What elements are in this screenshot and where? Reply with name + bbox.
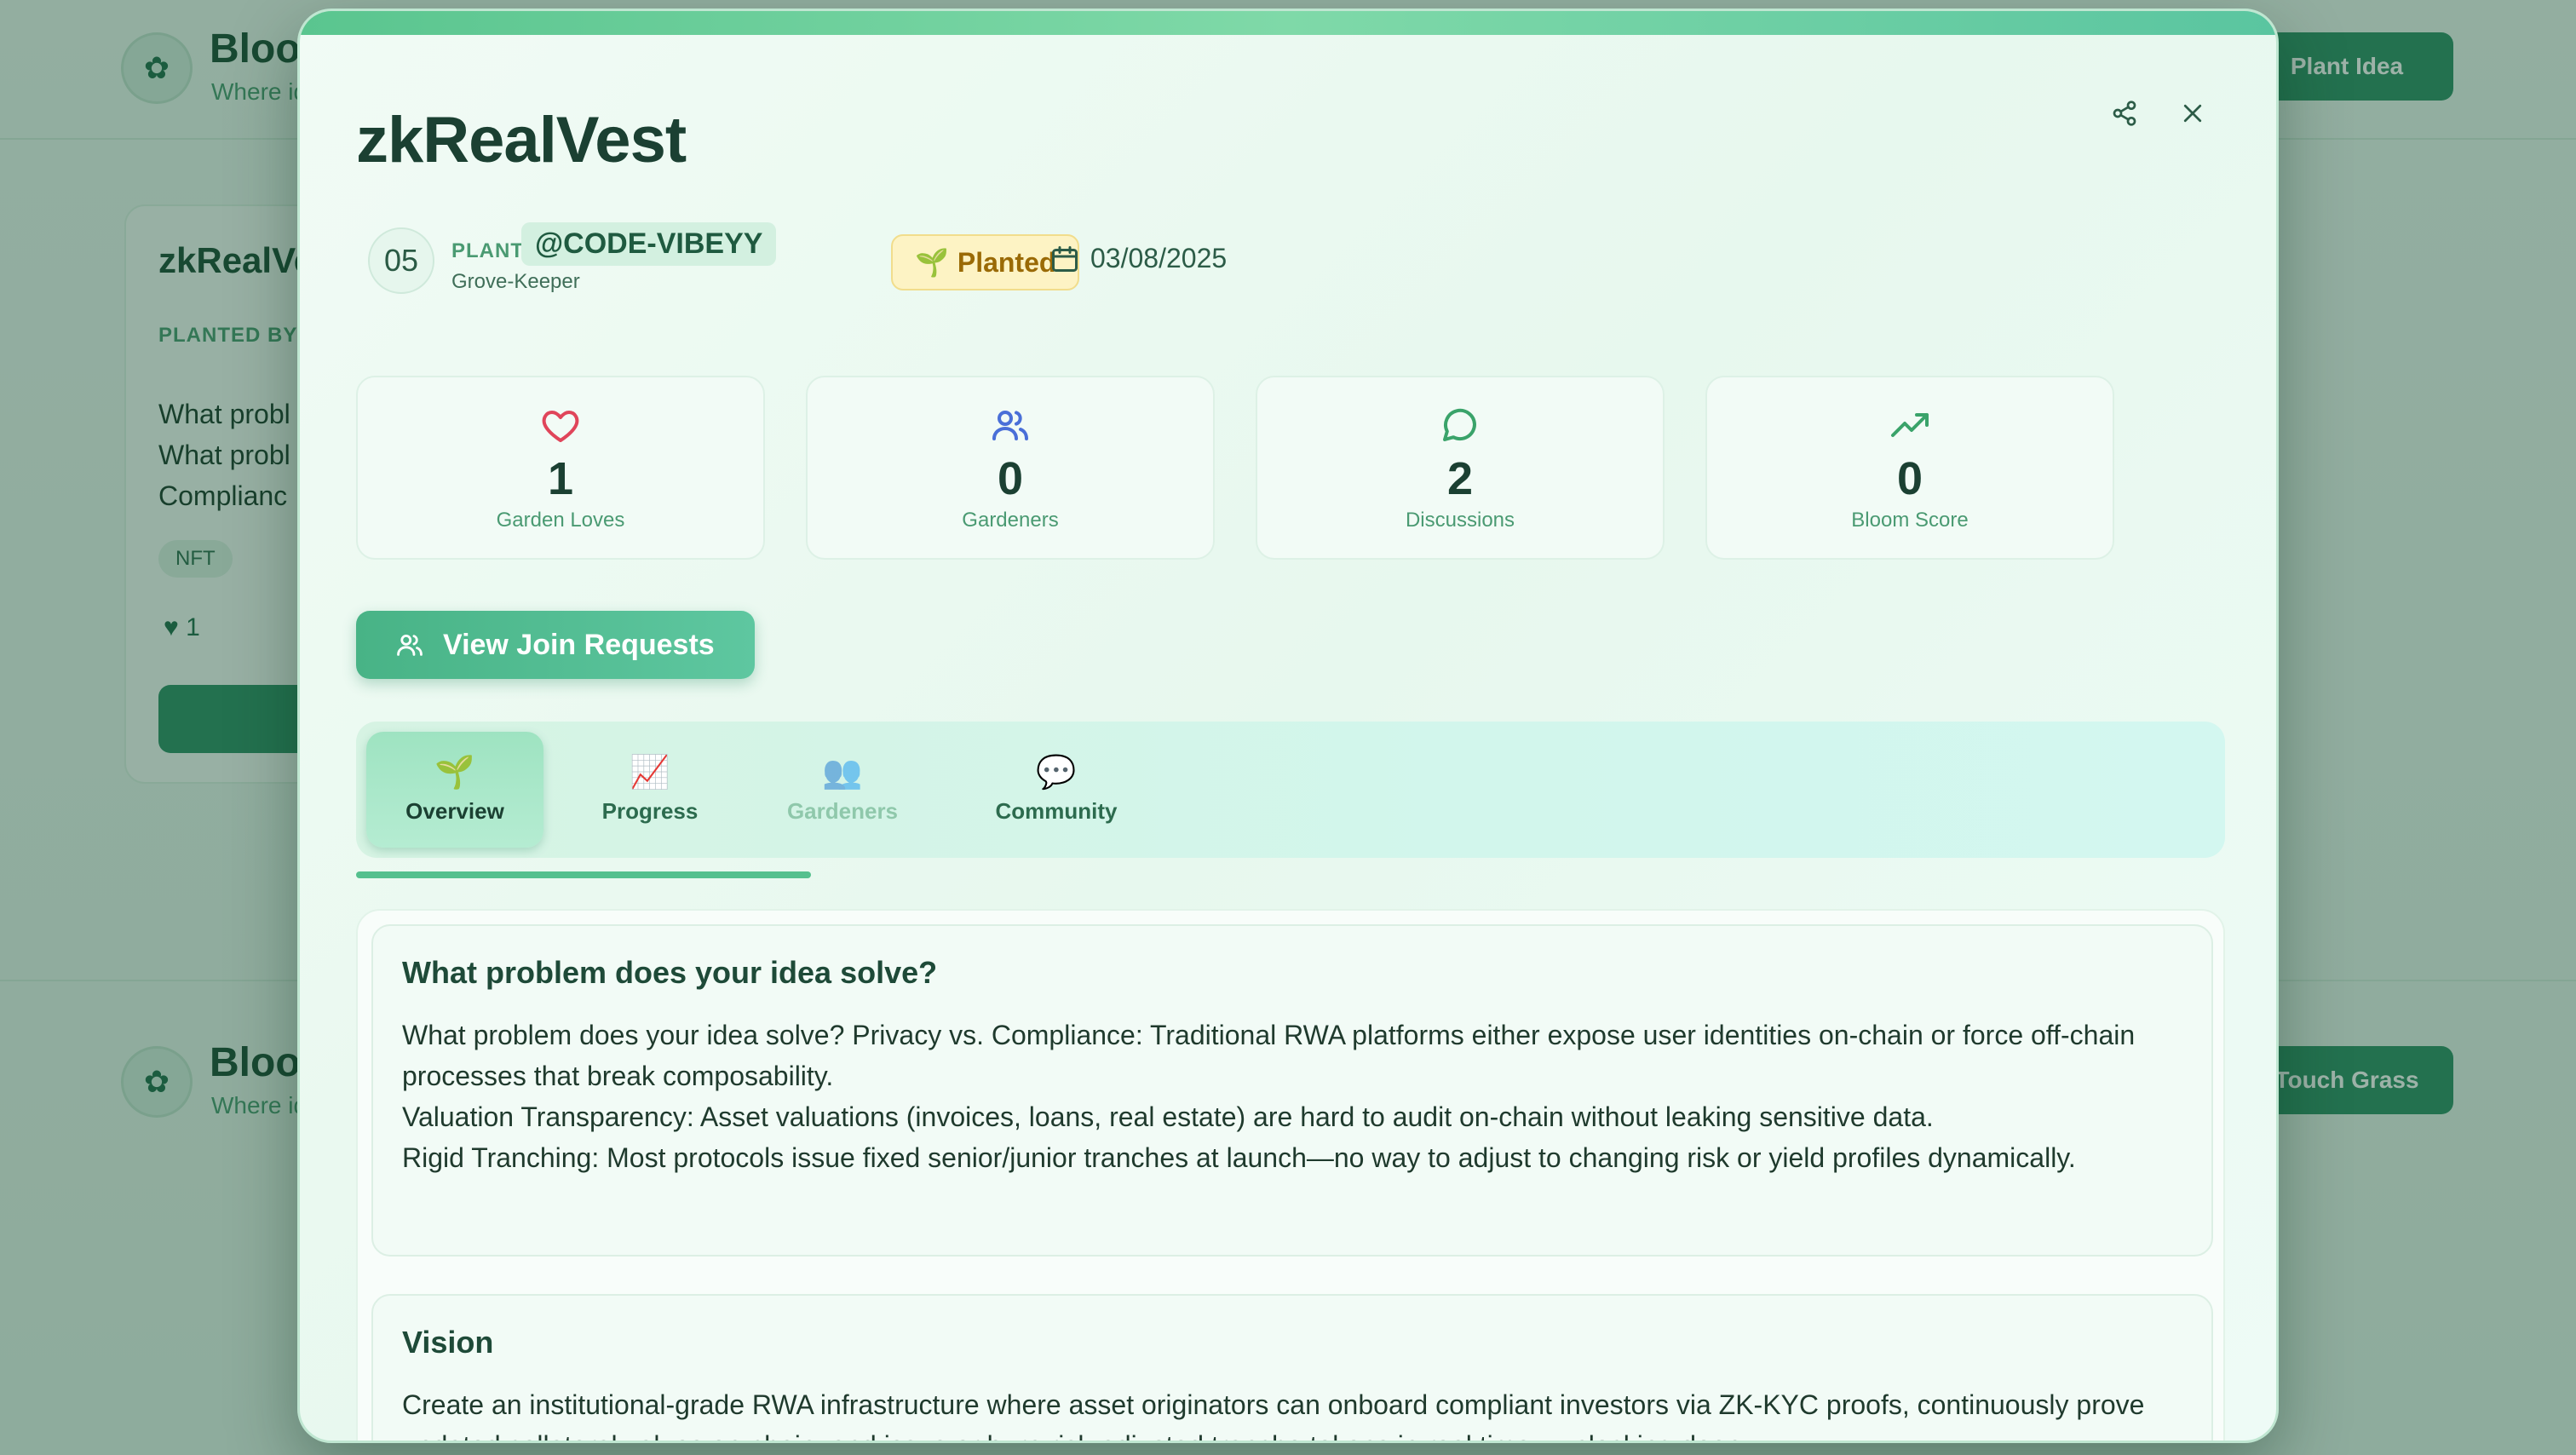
problem-section: What problem does your idea solve? What …	[371, 924, 2213, 1257]
tab-overview[interactable]: 🌱 Overview	[366, 732, 543, 848]
stat-garden-loves: 1 Garden Loves	[356, 376, 765, 560]
tab-gardeners[interactable]: 👥 Gardeners	[762, 732, 923, 848]
owner-handle[interactable]: @CODE-VIBEYY	[521, 222, 777, 266]
heart-icon	[542, 411, 579, 442]
stat-bloom-score: 0 Bloom Score	[1705, 376, 2114, 560]
modal-accent-bar	[300, 11, 2276, 35]
planted-date: 03/08/2025	[1049, 243, 1227, 274]
tab-community[interactable]: 💬 Community	[963, 732, 1150, 848]
users-icon	[397, 634, 423, 656]
view-join-requests-button[interactable]: View Join Requests	[356, 611, 755, 679]
idea-detail-modal: zkRealVest 05 PLANTED BY @CODE-VIBEYY Gr…	[297, 9, 2279, 1443]
section-text: Create an institutional-grade RWA infras…	[402, 1389, 2145, 1441]
section-text: Valuation Transparency: Asset valuations…	[402, 1101, 1934, 1132]
users-icon	[992, 411, 1028, 440]
speech-bubble-icon: 💬	[1036, 754, 1077, 791]
chat-icon	[1443, 408, 1477, 441]
close-icon	[2183, 104, 2202, 123]
overview-content: What problem does your idea solve? What …	[356, 909, 2225, 1441]
sprout-icon: 🌱	[434, 754, 475, 791]
owner-role: Grove-Keeper	[451, 270, 580, 293]
sprout-icon: 🌱	[915, 247, 949, 278]
stats-row: 1 Garden Loves 0 Gardeners 2 Discussions	[356, 376, 2114, 560]
vision-section: Vision Create an institutional-grade RWA…	[371, 1294, 2213, 1441]
active-tab-indicator	[356, 871, 811, 878]
section-text: Rigid Tranching: Most protocols issue fi…	[402, 1142, 2076, 1173]
tab-bar: 🌱 Overview 📈 Progress 👥 Gardeners 💬 Comm…	[356, 722, 2225, 858]
stat-discussions: 2 Discussions	[1256, 376, 1665, 560]
tab-progress[interactable]: 📈 Progress	[569, 732, 731, 848]
section-heading: What problem does your idea solve?	[402, 955, 938, 990]
idea-meta: 05 PLANTED BY @CODE-VIBEYY Grove-Keeper …	[368, 217, 1561, 302]
calendar-icon	[1052, 245, 1078, 272]
close-button[interactable]	[2169, 89, 2217, 137]
section-text: What problem does your idea solve? Priva…	[402, 1020, 2136, 1091]
owner-avatar: 05	[368, 227, 434, 294]
trending-up-icon	[1891, 413, 1929, 437]
users-icon: 👥	[822, 754, 863, 791]
share-icon	[2113, 101, 2136, 126]
share-button[interactable]	[2101, 89, 2148, 137]
stat-gardeners: 0 Gardeners	[806, 376, 1215, 560]
chart-icon: 📈	[630, 754, 670, 791]
idea-title: zkRealVest	[356, 104, 687, 176]
section-heading: Vision	[402, 1325, 494, 1360]
